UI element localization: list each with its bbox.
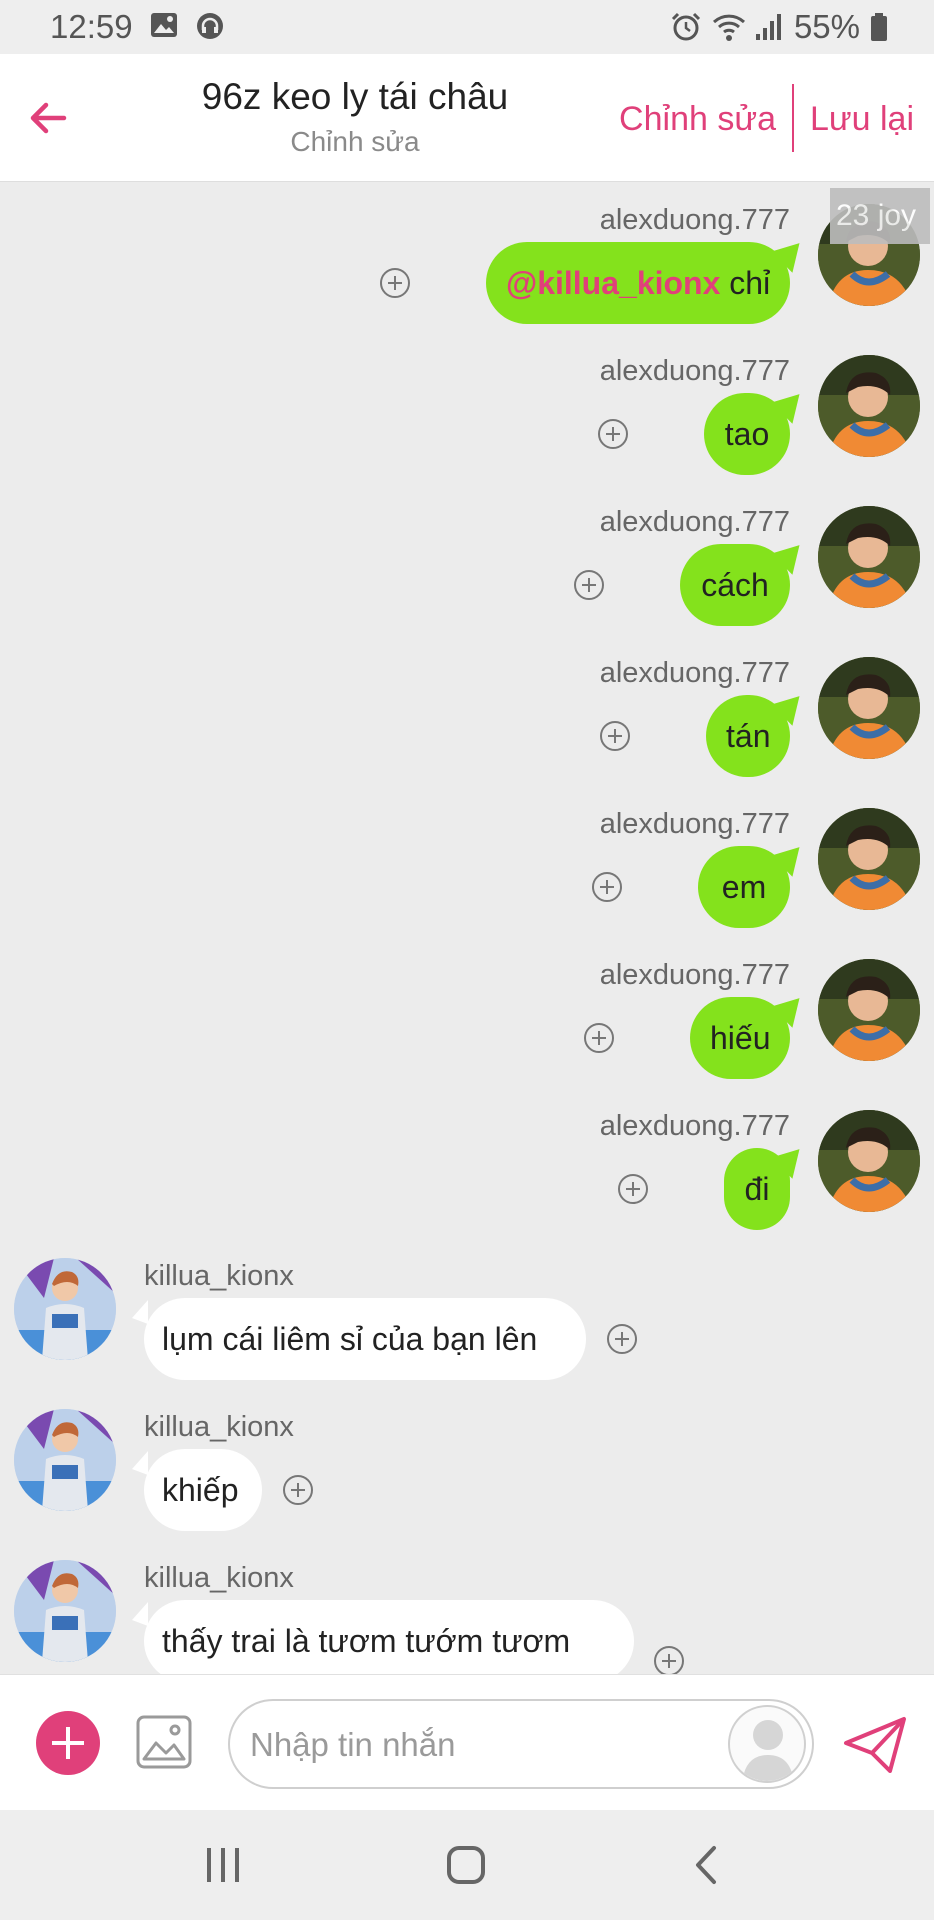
message-outgoing: alexduong.777 cách [0,484,934,634]
back-icon[interactable] [692,1842,722,1888]
message-bubble[interactable]: cách [680,544,790,626]
message-bubble[interactable]: tao [704,393,790,475]
message-outgoing: alexduong.777 hiếu [0,937,934,1087]
sender-username: alexduong.777 [599,959,790,991]
message-bubble[interactable]: tán [706,695,790,777]
gallery-icon [151,13,177,37]
chat-subtitle: Chỉnh sửa [290,126,420,157]
status-bar: 12:59 55% [0,0,934,54]
chat-header: 96z keo ly tái châu Chỉnh sửa Chỉnh sửa … [0,54,934,182]
add-reaction-button[interactable] [600,721,630,751]
timestamp-overlay: 23 joy [830,188,930,244]
message-text: lụm cái liêm sỉ của bạn lên [162,1321,538,1357]
sender-username: alexduong.777 [599,506,790,538]
status-time: 12:59 [50,8,133,45]
add-reaction-button[interactable] [598,419,628,449]
add-reaction-button[interactable] [574,570,604,600]
user-silhouette-icon [742,1720,794,1781]
message-incoming: killua_kionx lụm cái liêm sỉ của bạn lên [0,1244,934,1394]
add-reaction-button[interactable] [607,1324,637,1354]
battery-icon [871,13,887,41]
message-bubble[interactable]: hiếu [690,997,790,1079]
headphones-icon [197,13,223,39]
message-input[interactable] [250,1721,700,1769]
avatar-alexduong[interactable] [818,808,920,910]
add-reaction-button[interactable] [283,1475,313,1505]
sender-username: alexduong.777 [599,657,790,689]
mention-link[interactable]: @killua_kionx [506,265,720,301]
message-bubble[interactable]: đi [724,1148,790,1230]
edit-button[interactable]: Chỉnh sửa [619,100,776,139]
avatar-alexduong[interactable] [818,657,920,759]
header-divider [792,84,794,152]
add-reaction-button[interactable] [618,1174,648,1204]
home-icon[interactable] [446,1842,486,1888]
avatar-killua[interactable] [14,1258,116,1360]
sender-username: alexduong.777 [599,1110,790,1142]
save-button[interactable]: Lưu lại [810,100,914,139]
add-reaction-button[interactable] [584,1023,614,1053]
message-bubble[interactable]: lụm cái liêm sỉ của bạn lên [132,1298,586,1380]
message-outgoing: alexduong.777 tán [0,635,934,785]
back-arrow-icon[interactable] [26,94,74,142]
message-outgoing: alexduong.777 tao [0,333,934,483]
message-text: chỉ [720,265,771,301]
sender-username: killua_kionx [144,1562,294,1594]
message-text: khiếp [162,1472,239,1508]
message-incoming: killua_kionx khiếp [0,1395,934,1545]
system-nav-bar [0,1810,934,1920]
add-reaction-button[interactable] [592,872,622,902]
chat-messages[interactable]: alexduong.777 @killua_kionx chỉ alexduon… [0,182,934,1674]
message-text: đi [744,1171,770,1207]
wifi-icon [712,14,746,41]
sender-username: killua_kionx [144,1260,294,1292]
avatar-alexduong[interactable] [818,355,920,457]
signal-icon [756,14,781,40]
message-incoming: killua_kionx thấy trai là tươm tướm tươm [0,1546,934,1674]
battery-percent: 55% [793,8,860,45]
message-text: thấy trai là tươm tướm tươm [162,1623,571,1659]
message-text: cách [701,567,769,603]
sticker-button[interactable] [728,1705,806,1783]
chat-title: 96z keo ly tái châu [201,76,509,117]
message-text: tán [726,718,771,754]
sender-username: alexduong.777 [599,808,790,840]
image-picker-icon[interactable] [136,1715,192,1769]
add-reaction-button[interactable] [654,1646,684,1674]
message-input-box [228,1699,814,1789]
add-attachment-button[interactable] [36,1711,100,1775]
avatar-killua[interactable] [14,1409,116,1511]
message-bubble[interactable]: khiếp [132,1449,262,1531]
avatar-killua[interactable] [14,1560,116,1662]
message-bubble[interactable]: em [698,846,790,928]
alarm-icon [671,12,701,41]
title-block: 96z keo ly tái châu Chỉnh sửa [110,76,600,158]
sender-username: alexduong.777 [599,355,790,387]
send-icon[interactable] [842,1715,908,1775]
message-outgoing: alexduong.777 đi [0,1088,934,1238]
message-bubble[interactable]: thấy trai là tươm tướm tươm [132,1600,634,1674]
message-text: em [721,869,767,905]
message-bubble[interactable]: @killua_kionx chỉ [486,242,790,324]
sender-username: killua_kionx [144,1411,294,1443]
message-outgoing: alexduong.777 em [0,786,934,936]
message-text: tao [724,416,770,452]
avatar-alexduong[interactable] [818,959,920,1061]
sender-username: alexduong.777 [599,204,790,236]
add-reaction-button[interactable] [380,268,410,298]
message-outgoing: alexduong.777 @killua_kionx chỉ [0,182,934,332]
avatar-alexduong[interactable] [818,1110,920,1212]
recent-apps-icon[interactable] [204,1842,242,1888]
message-text: hiếu [710,1020,771,1056]
avatar-alexduong[interactable] [818,506,920,608]
message-composer [0,1674,934,1810]
